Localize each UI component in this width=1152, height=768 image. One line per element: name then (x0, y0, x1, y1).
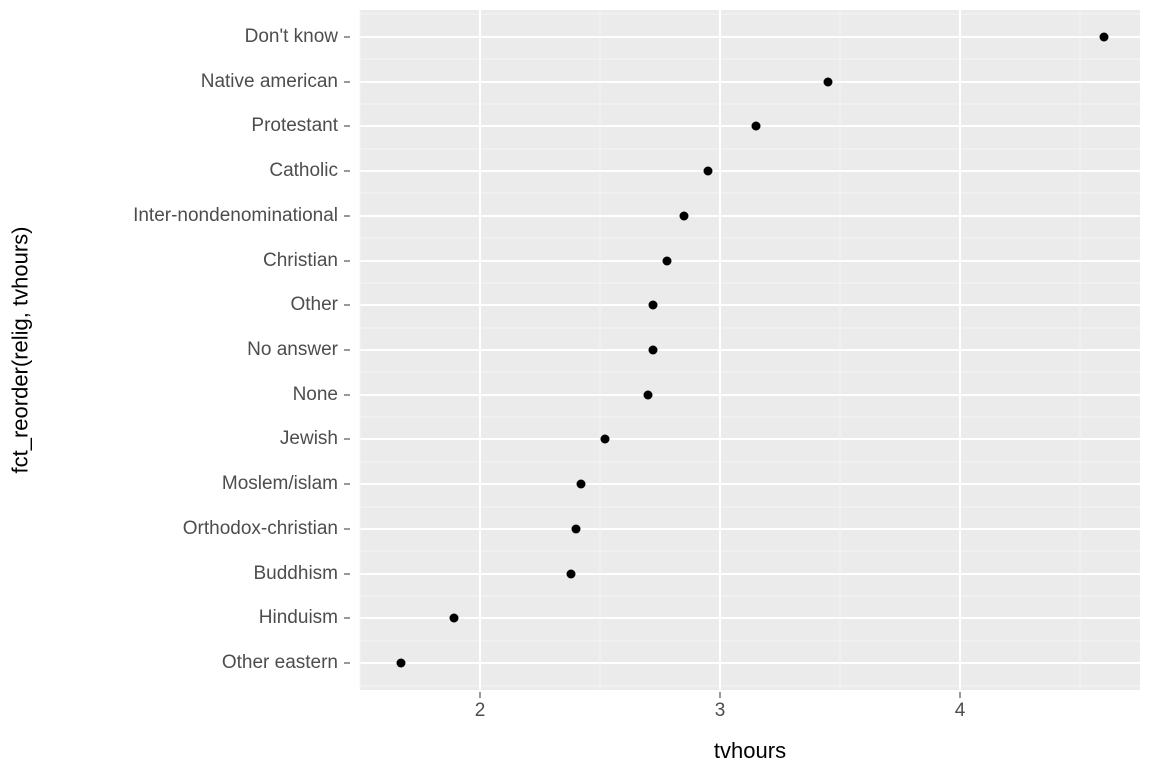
grid-v-major (719, 10, 721, 690)
x-tick-label: 3 (715, 700, 726, 722)
grid-h-major (360, 528, 1140, 530)
y-tick-label: No answer (247, 339, 338, 361)
grid-h-major (360, 394, 1140, 396)
y-tick-label: None (293, 384, 338, 406)
y-tick-mark (344, 439, 350, 440)
y-tick-mark (344, 171, 350, 172)
y-tick-mark (344, 260, 350, 261)
data-point (572, 524, 581, 533)
grid-h-minor (360, 596, 1140, 597)
x-tick-mark (960, 692, 961, 698)
x-tick-label: 4 (955, 700, 966, 722)
grid-h-major (360, 573, 1140, 575)
data-point (752, 122, 761, 131)
grid-h-major (360, 260, 1140, 262)
grid-h-minor (360, 103, 1140, 104)
grid-v-major (959, 10, 961, 690)
grid-h-minor (360, 238, 1140, 239)
grid-h-major (360, 483, 1140, 485)
y-tick-mark (344, 350, 350, 351)
y-axis-title: fct_reorder(relig, tvhours) (0, 0, 40, 700)
grid-h-major (360, 81, 1140, 83)
y-tick-label: Inter-nondenominational (133, 205, 338, 227)
x-tick-labels: 2 3 4 (360, 692, 1140, 722)
chart-container: fct_reorder(relig, tvhours) Don't know Na… (0, 0, 1152, 768)
grid-h-major (360, 170, 1140, 172)
grid-h-minor (360, 148, 1140, 149)
x-tick-label: 2 (475, 700, 486, 722)
data-point (680, 211, 689, 220)
grid-h-minor (360, 327, 1140, 328)
data-point (567, 569, 576, 578)
y-tick-mark (344, 215, 350, 216)
y-tick-mark (344, 81, 350, 82)
y-tick-labels: Don't know Native american Protestant Catho… (40, 10, 350, 690)
y-tick-mark (344, 573, 350, 574)
grid-h-minor (360, 461, 1140, 462)
grid-h-minor (360, 417, 1140, 418)
y-tick-label: Native american (201, 71, 338, 93)
data-point (576, 480, 585, 489)
y-tick-label: Protestant (251, 115, 338, 137)
data-point (600, 435, 609, 444)
y-tick-mark (344, 126, 350, 127)
grid-v-minor (1080, 10, 1081, 690)
grid-v-minor (840, 10, 841, 690)
grid-h-major (360, 125, 1140, 127)
data-point (648, 301, 657, 310)
y-tick-mark (344, 618, 350, 619)
y-tick-label: Hinduism (259, 607, 338, 629)
grid-h-major (360, 438, 1140, 440)
y-tick-label: Don't know (245, 26, 338, 48)
grid-h-minor (360, 551, 1140, 552)
grid-h-minor (360, 59, 1140, 60)
y-tick-mark (344, 305, 350, 306)
grid-h-major (360, 36, 1140, 38)
grid-h-minor (360, 506, 1140, 507)
y-tick-label: Moslem/islam (222, 473, 338, 495)
grid-h-major (360, 662, 1140, 664)
y-tick-label: Buddhism (254, 563, 339, 585)
y-axis-title-text: fct_reorder(relig, tvhours) (7, 227, 33, 474)
grid-h-major (360, 617, 1140, 619)
data-point (1100, 32, 1109, 41)
grid-h-minor (360, 14, 1140, 15)
data-point (396, 659, 405, 668)
x-tick-mark (720, 692, 721, 698)
y-tick-mark (344, 484, 350, 485)
y-tick-label: Jewish (280, 428, 338, 450)
data-point (704, 167, 713, 176)
y-tick-label: Orthodox-christian (183, 518, 338, 540)
grid-v-minor (600, 10, 601, 690)
y-tick-label: Christian (263, 250, 338, 272)
grid-h-minor (360, 193, 1140, 194)
grid-h-minor (360, 640, 1140, 641)
data-point (824, 77, 833, 86)
y-tick-label: Other eastern (222, 652, 338, 674)
plot-panel (360, 10, 1140, 690)
y-tick-mark (344, 528, 350, 529)
data-point (449, 614, 458, 623)
y-tick-label: Catholic (269, 160, 338, 182)
x-tick-mark (480, 692, 481, 698)
x-axis-title-text: tvhours (714, 738, 786, 763)
data-point (644, 390, 653, 399)
grid-h-minor (360, 282, 1140, 283)
y-tick-mark (344, 663, 350, 664)
grid-h-minor (360, 372, 1140, 373)
y-tick-mark (344, 394, 350, 395)
data-point (663, 256, 672, 265)
grid-v-minor (360, 10, 361, 690)
grid-h-major (360, 215, 1140, 217)
grid-h-major (360, 349, 1140, 351)
grid-v-major (479, 10, 481, 690)
data-point (648, 346, 657, 355)
y-tick-mark (344, 36, 350, 37)
x-axis-title: tvhours (360, 738, 1140, 764)
grid-h-minor (360, 685, 1140, 686)
y-tick-label: Other (290, 294, 338, 316)
grid-h-major (360, 304, 1140, 306)
